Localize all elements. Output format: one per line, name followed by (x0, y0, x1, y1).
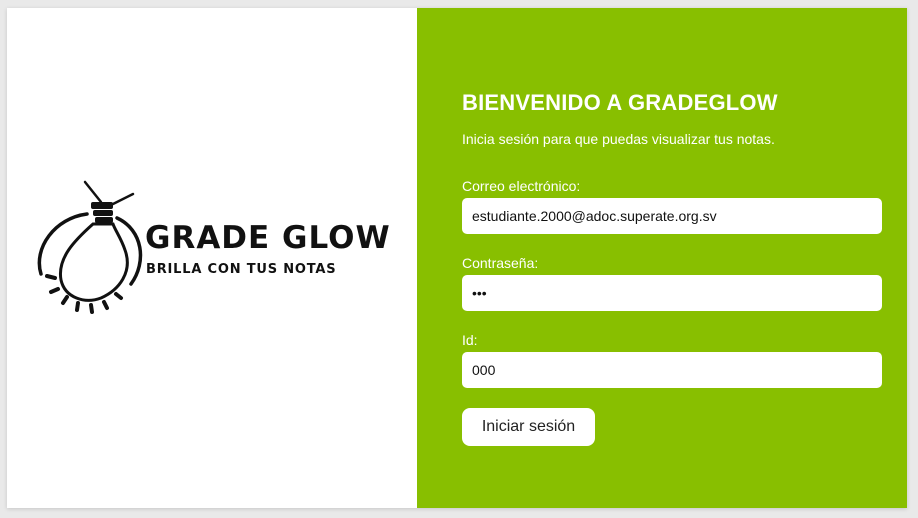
login-panel: BIENVENIDO A GRADEGLOW Inicia sesión par… (417, 8, 907, 508)
login-title: BIENVENIDO A GRADEGLOW (462, 90, 778, 115)
login-subtitle: Inicia sesión para que puedas visualizar… (462, 131, 775, 147)
lightbulb-icon (37, 180, 143, 314)
email-label: Correo electrónico: (462, 178, 581, 194)
brand-tagline: BRILLA CON TUS NOTAS (146, 262, 337, 277)
id-field[interactable] (462, 352, 882, 388)
password-label: Contraseña: (462, 255, 539, 271)
email-field[interactable] (462, 198, 882, 234)
id-label: Id: (462, 332, 478, 348)
brand-logo: GRADE GLOW BRILLA CON TUS NOTAS (25, 178, 390, 318)
brand-name: GRADE GLOW (145, 220, 391, 256)
login-card: GRADE GLOW BRILLA CON TUS NOTAS BIENVENI… (7, 8, 907, 508)
password-field[interactable] (462, 275, 882, 311)
login-button[interactable]: Iniciar sesión (462, 408, 595, 446)
brand-panel: GRADE GLOW BRILLA CON TUS NOTAS (7, 8, 417, 508)
